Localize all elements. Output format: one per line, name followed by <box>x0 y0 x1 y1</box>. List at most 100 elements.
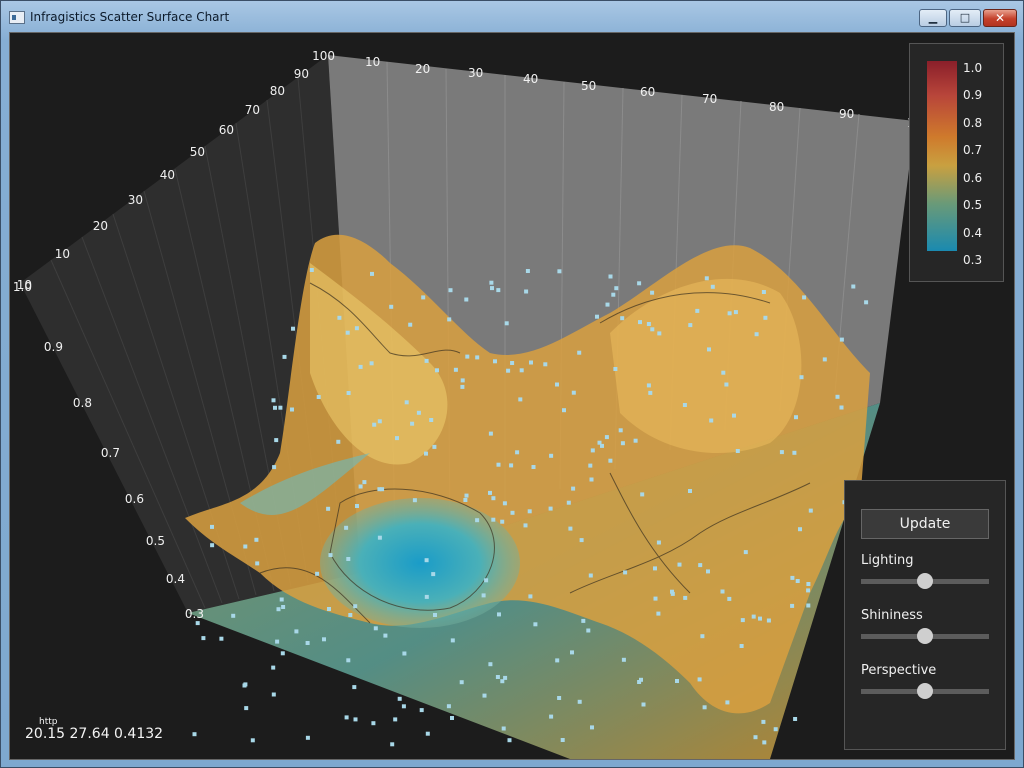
scatter-point <box>192 732 197 737</box>
scatter-point <box>424 451 428 456</box>
perspective-slider-thumb[interactable] <box>917 683 933 699</box>
scatter-point <box>611 292 616 297</box>
scatter-point <box>322 637 326 642</box>
scatter-point <box>688 323 693 328</box>
scatter-point <box>795 579 800 583</box>
scatter-point <box>618 428 623 433</box>
scatter-point <box>280 651 285 656</box>
x-tick: 70 <box>702 92 717 106</box>
scatter-point <box>493 359 497 364</box>
scatter-point <box>408 322 413 327</box>
legend-tick: 1.0 <box>963 61 983 75</box>
scatter-point <box>695 308 700 313</box>
legend-tick: 0.3 <box>963 253 983 267</box>
perspective-slider[interactable] <box>861 683 989 699</box>
scatter-point <box>353 604 358 609</box>
scatter-point <box>637 680 642 684</box>
close-icon: ✕ <box>994 11 1006 25</box>
z-tick: 0.8 <box>73 396 92 410</box>
scatter-point <box>720 589 725 594</box>
scatter-point <box>519 368 524 373</box>
x-tick: 50 <box>581 79 596 93</box>
scatter-point <box>459 680 464 685</box>
scatter-point <box>255 561 260 566</box>
scatter-point <box>835 394 840 399</box>
scatter-point <box>276 607 281 612</box>
scatter-point <box>794 415 798 420</box>
scatter-point <box>488 490 492 495</box>
scatter-point <box>806 603 811 608</box>
scatter-point <box>352 685 357 690</box>
update-button[interactable]: Update <box>861 509 989 539</box>
scatter-point <box>562 408 566 413</box>
chart-area[interactable]: 10 20 30 40 50 60 70 80 90 100 100 90 80… <box>9 32 1015 760</box>
scatter-point <box>646 383 651 388</box>
scatter-point <box>657 331 662 336</box>
lighting-slider[interactable] <box>861 573 989 589</box>
maximize-button[interactable]: □ <box>949 9 981 27</box>
y-tick: 30 <box>128 193 143 207</box>
scatter-point <box>727 596 732 601</box>
scatter-point <box>243 544 248 549</box>
scatter-point <box>346 557 351 561</box>
scatter-point <box>597 440 602 445</box>
scatter-point <box>195 621 200 626</box>
scatter-point <box>623 570 628 575</box>
legend-gradient-bar <box>927 61 957 251</box>
scatter-point <box>429 418 434 422</box>
scatter-point <box>510 510 515 515</box>
scatter-point <box>707 347 711 352</box>
z-tick: 0.7 <box>101 446 120 460</box>
scatter-point <box>475 518 480 523</box>
legend-tick: 0.8 <box>963 116 983 130</box>
legend-tick: 0.7 <box>963 143 983 157</box>
x-tick: 10 <box>365 55 380 69</box>
scatter-point <box>620 441 625 446</box>
title-bar[interactable]: Infragistics Scatter Surface Chart ▁ □ ✕ <box>1 1 1023 31</box>
scatter-point <box>475 355 480 360</box>
scatter-point <box>377 419 382 424</box>
scatter-point <box>656 611 661 616</box>
scatter-point <box>727 311 732 316</box>
shininess-slider[interactable] <box>861 628 989 644</box>
scatter-point <box>653 596 658 601</box>
scatter-point <box>393 717 398 722</box>
scatter-point <box>481 593 486 598</box>
minimize-button[interactable]: ▁ <box>919 9 947 27</box>
scatter-point <box>272 465 277 470</box>
scatter-point <box>577 699 582 704</box>
scatter-point <box>735 449 740 453</box>
scatter-point <box>450 716 454 720</box>
scatter-point <box>315 571 320 576</box>
scatter-point <box>383 633 388 638</box>
legend-tick: 0.5 <box>963 198 983 212</box>
scatter-point <box>410 421 415 426</box>
scatter-point <box>613 367 618 371</box>
surface-pit <box>320 498 520 628</box>
scatter-point <box>496 462 501 467</box>
scatter-point <box>373 626 378 631</box>
close-button[interactable]: ✕ <box>983 9 1017 27</box>
shininess-label: Shininess <box>861 608 923 623</box>
scatter-point <box>460 378 465 383</box>
scatter-point <box>453 367 458 372</box>
lighting-label: Lighting <box>861 553 914 568</box>
scatter-point <box>851 284 856 289</box>
app-window: Infragistics Scatter Surface Chart ▁ □ ✕ <box>0 0 1024 768</box>
z-tick: 0.4 <box>166 572 185 586</box>
scatter-point <box>640 492 645 497</box>
scatter-point <box>327 607 331 611</box>
scatter-point <box>799 375 804 380</box>
scatter-point <box>507 738 512 743</box>
scatter-point <box>271 692 276 697</box>
x-tick: 90 <box>839 107 854 121</box>
scatter-point <box>700 634 705 639</box>
scatter-point <box>779 450 784 455</box>
scatter-point <box>305 735 310 740</box>
scatter-point <box>650 327 655 332</box>
scatter-point <box>638 320 642 325</box>
lighting-slider-thumb[interactable] <box>917 573 933 589</box>
scatter-point <box>372 422 377 427</box>
shininess-slider-thumb[interactable] <box>917 628 933 644</box>
scatter-point <box>725 700 730 705</box>
